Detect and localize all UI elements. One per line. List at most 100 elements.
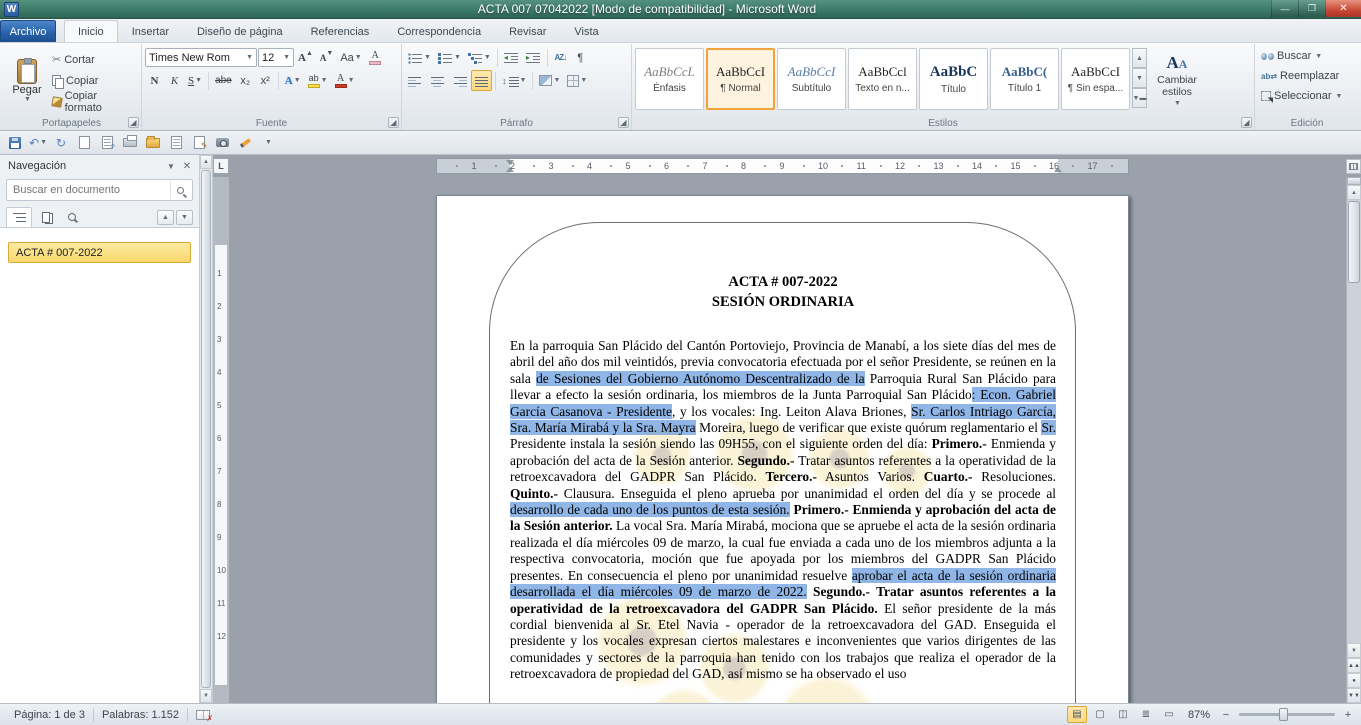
tab-diseño-de-página[interactable]: Diseño de página [183, 20, 297, 42]
page-number-indicator[interactable]: Página: 1 de 3 [6, 704, 93, 725]
ruler-toggle-button[interactable] [1346, 159, 1361, 174]
tab-insertar[interactable]: Insertar [118, 20, 183, 42]
multilevel-list-button[interactable]: ▼ [465, 47, 494, 68]
insert-picture-button[interactable] [212, 133, 232, 153]
nav-scroll-down-icon[interactable]: ▼ [200, 689, 212, 703]
change-case-button[interactable]: Aa▼ [337, 47, 364, 68]
tab-correspondencia[interactable]: Correspondencia [383, 20, 495, 42]
document-page[interactable]: ACTA # 007-2022 SESIÓN ORDINARIA En la p… [436, 195, 1129, 703]
vertical-scrollbar[interactable]: ▲ ▼ ▲▲ ● ▼▼ [1346, 177, 1361, 703]
style-item-title[interactable]: AaBbCTítulo [919, 48, 988, 110]
style-item-nospace[interactable]: AaBbCcI¶ Sin espa... [1061, 48, 1130, 110]
line-spacing-button[interactable]: ↕▼ [499, 70, 529, 91]
next-page-button[interactable]: ▼▼ [1347, 688, 1361, 703]
cut-button[interactable]: ✂Cortar [49, 49, 137, 70]
scrollbar-thumb[interactable] [1348, 201, 1360, 283]
previous-result-button[interactable]: ▲ [157, 210, 174, 225]
font-size-combo[interactable]: 12▼ [258, 48, 294, 67]
font-color-button[interactable]: A▼ [332, 70, 358, 91]
zoom-out-button[interactable]: − [1219, 708, 1233, 722]
scrollbar-track[interactable] [1347, 284, 1361, 643]
nav-tab-headings[interactable] [6, 207, 32, 227]
draft-view-button[interactable]: ▭ [1159, 706, 1179, 723]
style-item-heading1[interactable]: AaBbC(Título 1 [990, 48, 1059, 110]
tab-vista[interactable]: Vista [560, 20, 612, 42]
horizontal-ruler[interactable]: 1234567891011121314151617 [229, 158, 1346, 174]
clipboard-dialog-launcher[interactable]: ◢ [128, 117, 139, 128]
change-styles-button[interactable]: AA Cambiar estilos ▼ [1148, 46, 1206, 115]
split-handle[interactable] [1347, 177, 1361, 185]
style-item-subtitle[interactable]: AaBbCcISubtítulo [777, 48, 846, 110]
word-count-indicator[interactable]: Palabras: 1.152 [94, 704, 187, 725]
navigation-options-dropdown[interactable]: ▼ [163, 158, 179, 174]
nav-scroll-up-icon[interactable]: ▲ [200, 155, 212, 169]
navigation-heading-item[interactable]: ACTA # 007-2022 [8, 242, 191, 263]
decrease-indent-button[interactable] [501, 47, 522, 68]
nav-tab-pages[interactable] [33, 207, 59, 227]
document-body-paragraph[interactable]: En la parroquia San Plácido del Cantón P… [510, 338, 1056, 683]
paste-button[interactable]: Pegar ▼ [5, 46, 49, 115]
tab-stop-selector[interactable]: L [213, 158, 229, 174]
find-button[interactable]: Buscar▼ [1258, 46, 1354, 67]
select-browse-object-button[interactable]: ● [1347, 673, 1361, 688]
minimize-button[interactable]: — [1271, 0, 1298, 17]
edit-document-button[interactable]: ✎ [189, 133, 209, 153]
print-layout-view-button[interactable]: ▤ [1067, 706, 1087, 723]
search-input[interactable] [13, 184, 170, 196]
maximize-button[interactable]: ❐ [1298, 0, 1325, 17]
style-item-normal[interactable]: AaBbCcI¶ Normal [706, 48, 775, 110]
copy-button[interactable]: Copiar [49, 70, 137, 91]
close-button[interactable]: ✕ [1325, 0, 1361, 17]
highlight-color-button[interactable]: ab▼ [305, 70, 331, 91]
tab-inicio[interactable]: Inicio [64, 20, 118, 42]
font-dialog-launcher[interactable]: ◢ [388, 117, 399, 128]
font-family-combo[interactable]: Times New Rom▼ [145, 48, 257, 67]
save-button[interactable] [5, 133, 25, 153]
tab-referencias[interactable]: Referencias [297, 20, 384, 42]
align-left-button[interactable] [405, 70, 426, 91]
previous-page-button[interactable]: ▲▲ [1347, 658, 1361, 673]
zoom-slider-thumb[interactable] [1279, 708, 1288, 721]
shading-button[interactable]: ▼ [536, 70, 563, 91]
shrink-font-button[interactable]: A▼ [317, 47, 336, 68]
styles-dialog-launcher[interactable]: ◢ [1241, 117, 1252, 128]
scroll-down-icon[interactable]: ▼ [1347, 643, 1361, 658]
grow-font-button[interactable]: A▲ [295, 47, 316, 68]
quick-print-button[interactable] [120, 133, 140, 153]
borders-button[interactable]: ▼ [564, 70, 590, 91]
customize-qat-button[interactable]: ▼ [258, 133, 278, 153]
nav-tab-results[interactable] [60, 207, 86, 227]
spelling-button[interactable] [166, 133, 186, 153]
style-item-body[interactable]: AaBbCclTexto en n... [848, 48, 917, 110]
zoom-slider[interactable] [1239, 713, 1335, 716]
fullscreen-reading-view-button[interactable]: ▢ [1090, 706, 1110, 723]
align-right-button[interactable] [449, 70, 470, 91]
justify-button[interactable] [471, 70, 492, 91]
word-logo-icon[interactable]: W [4, 2, 19, 17]
show-marks-button[interactable]: ¶ [571, 47, 590, 68]
tab-archivo[interactable]: Archivo [0, 20, 56, 42]
styles-scroll-up-button[interactable]: ▲ [1132, 48, 1147, 68]
search-button[interactable] [170, 181, 190, 199]
zoom-in-button[interactable]: + [1341, 708, 1355, 722]
superscript-button[interactable]: x² [256, 70, 275, 91]
align-center-button[interactable] [427, 70, 448, 91]
text-effects-button[interactable]: A▼ [282, 70, 304, 91]
next-result-button[interactable]: ▼ [176, 210, 193, 225]
zoom-level[interactable]: 87% [1182, 709, 1216, 721]
print-preview-button[interactable]: ⌕ [97, 133, 117, 153]
undo-button[interactable]: ↶▼ [28, 133, 48, 153]
navigation-pane-scrollbar[interactable]: ▲ ▼ [200, 155, 213, 703]
styles-scroll-down-button[interactable]: ▼ [1132, 68, 1147, 88]
numbering-button[interactable]: ▼ [435, 47, 464, 68]
clear-formatting-button[interactable]: A [366, 47, 385, 68]
web-layout-view-button[interactable]: ◫ [1113, 706, 1133, 723]
paragraph-dialog-launcher[interactable]: ◢ [618, 117, 629, 128]
replace-button[interactable]: ab⇄Reemplazar [1258, 66, 1354, 87]
redo-button[interactable]: ↻ [51, 133, 71, 153]
subscript-button[interactable]: x₂ [236, 70, 255, 91]
style-item-emphasis[interactable]: AaBbCcLÉnfasis [635, 48, 704, 110]
increase-indent-button[interactable] [523, 47, 544, 68]
proofing-status-button[interactable] [188, 704, 218, 725]
italic-button[interactable]: K [165, 70, 184, 91]
